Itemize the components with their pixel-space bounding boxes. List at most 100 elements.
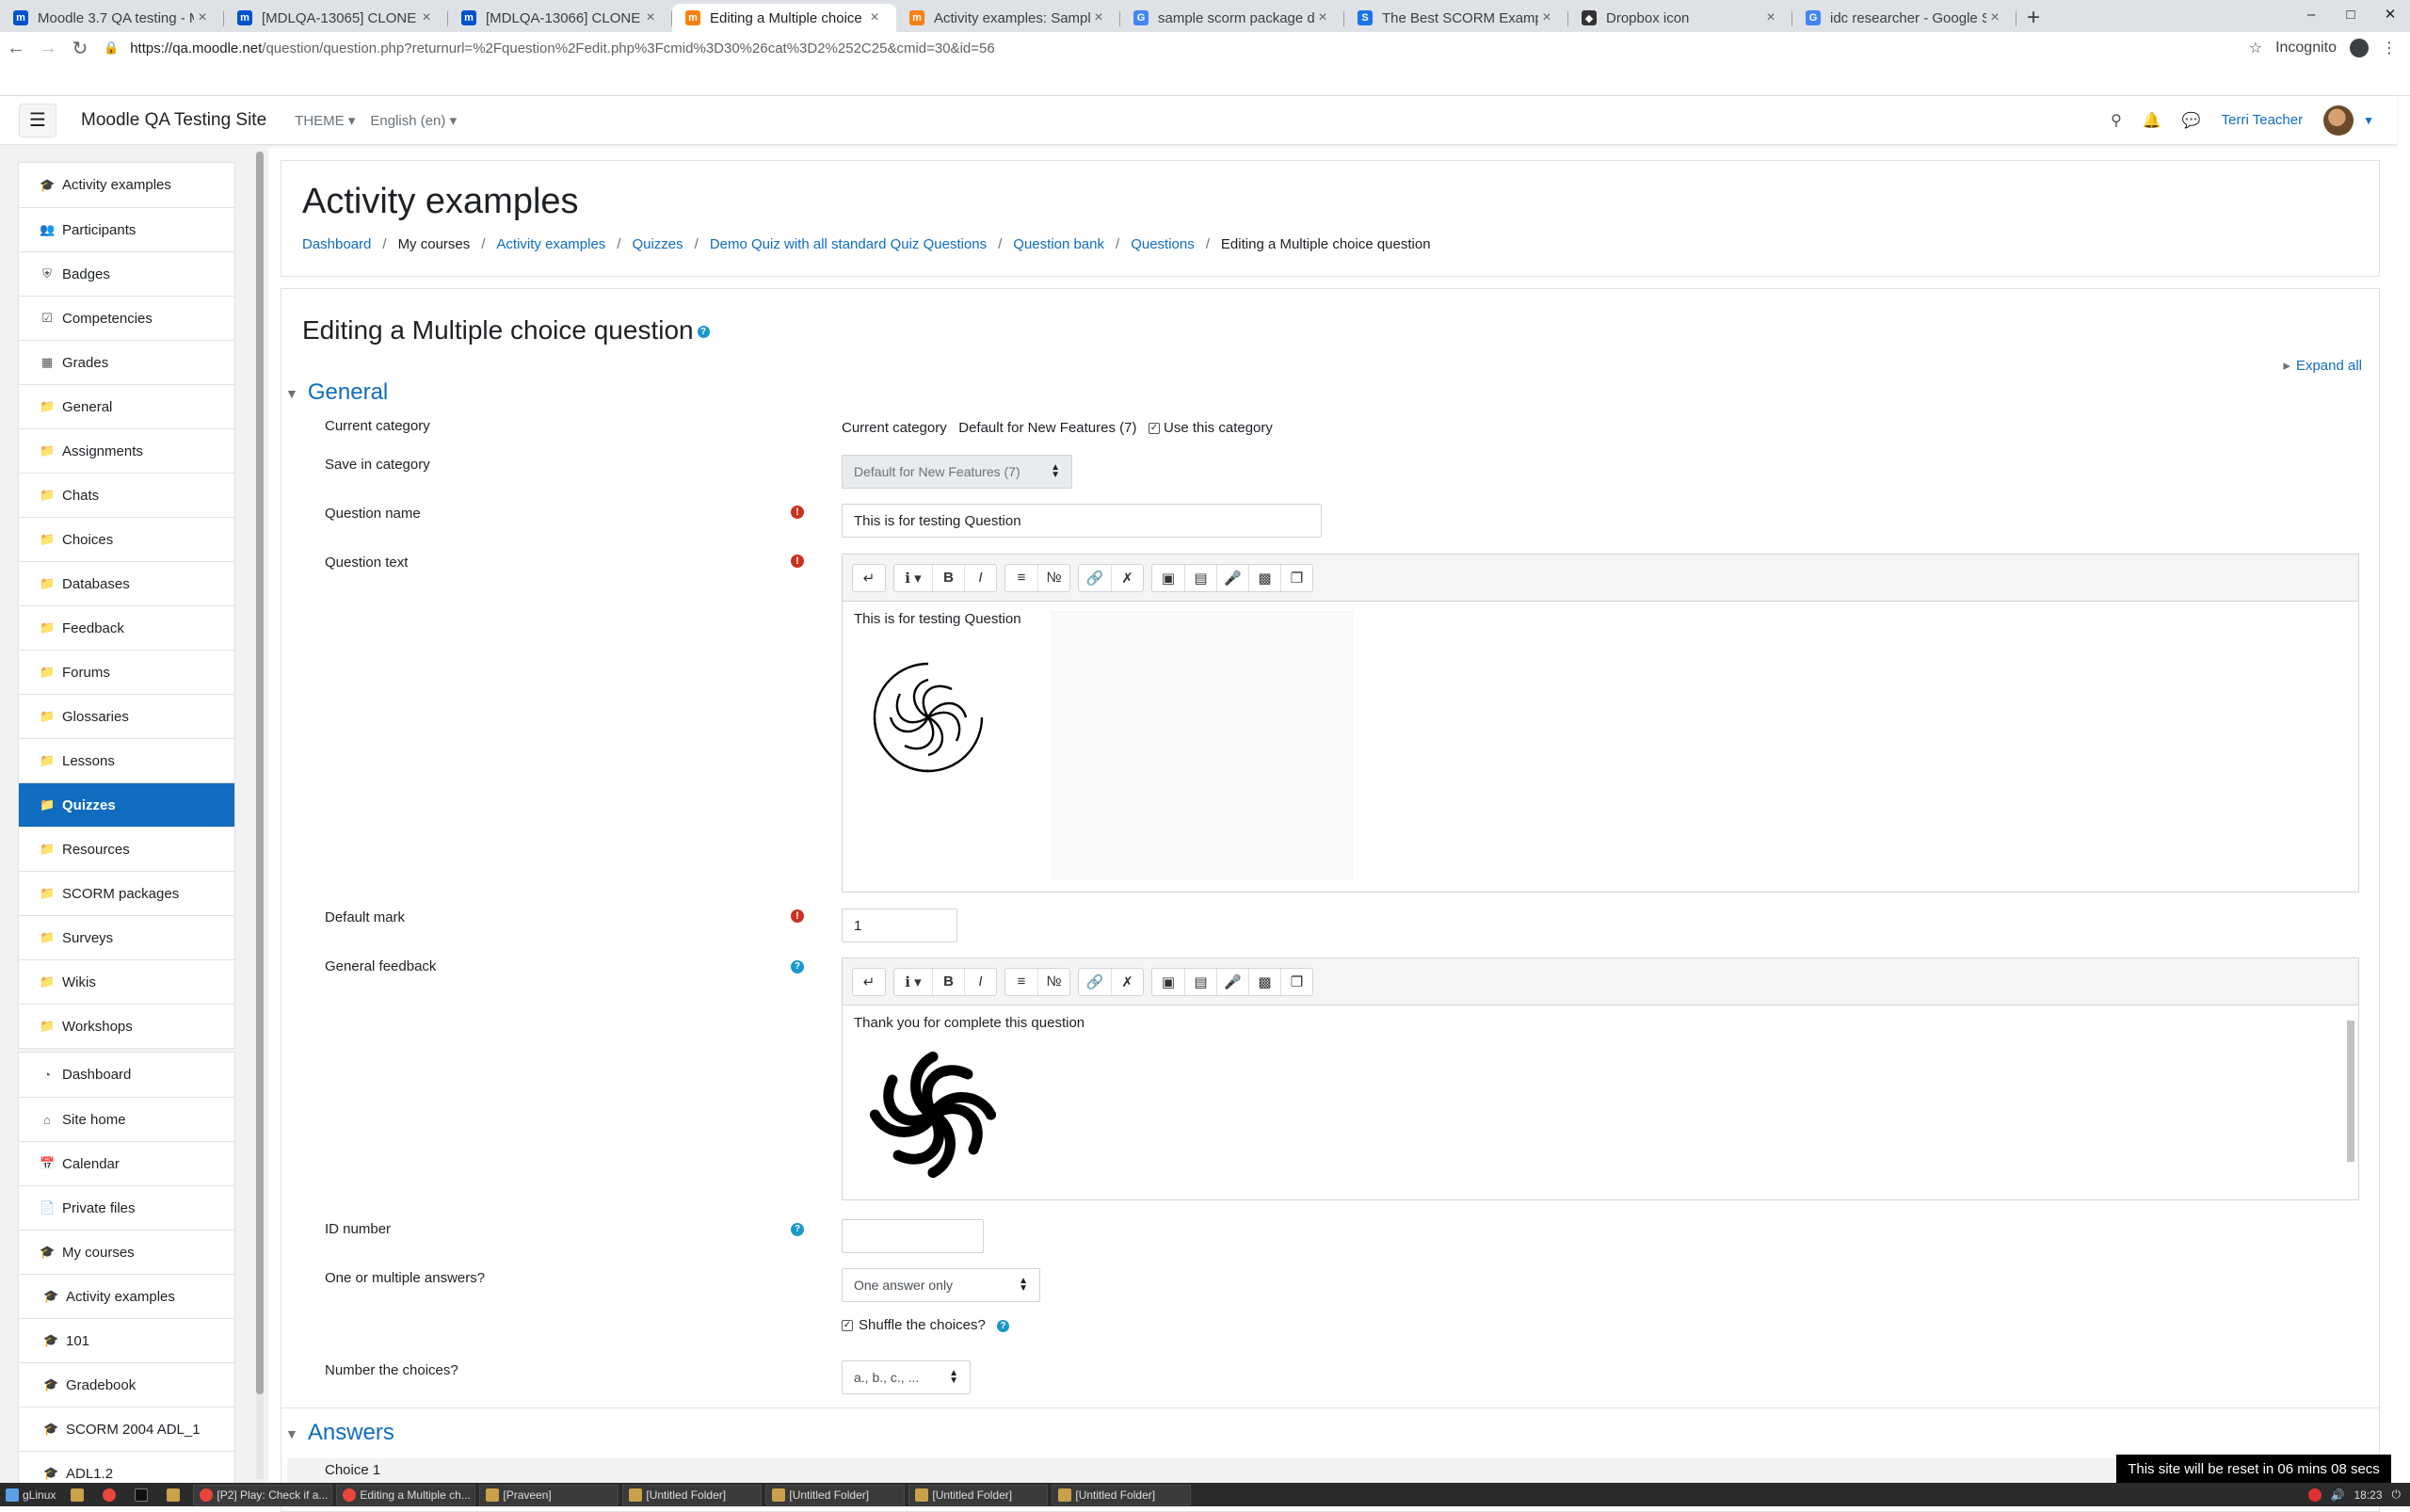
- save-in-category-select[interactable]: Default for New Features (7) ▲ ▼: [842, 455, 1072, 489]
- single-answer-select[interactable]: One answer only ▲ ▼: [842, 1268, 1040, 1302]
- sidebar-item-wikis[interactable]: 📁 Wikis: [19, 959, 234, 1004]
- sidebar-item-my-courses[interactable]: 🎓 My courses: [19, 1230, 234, 1274]
- default-mark-input[interactable]: 1: [842, 909, 957, 942]
- media-icon[interactable]: ▤: [1184, 564, 1216, 591]
- collapse-toolbar-icon[interactable]: ↵: [853, 969, 885, 995]
- use-this-category-checkbox[interactable]: ✓: [1149, 423, 1160, 435]
- drawer-scrollbar-thumb[interactable]: [256, 152, 264, 1394]
- media-icon[interactable]: ▤: [1184, 968, 1216, 995]
- help-icon[interactable]: ?: [697, 326, 710, 339]
- answers-section-header[interactable]: ▼ Answers: [285, 1420, 394, 1446]
- italic-icon[interactable]: I: [964, 968, 996, 995]
- taskbar-window[interactable]: [Untitled Folder]: [1052, 1484, 1192, 1505]
- sidebar-item-resources[interactable]: 📁 Resources: [19, 827, 234, 871]
- sidebar-item-feedback[interactable]: 📁 Feedback: [19, 605, 234, 650]
- breadcrumb-item[interactable]: Activity examples: [496, 236, 605, 252]
- sidebar-item-surveys[interactable]: 📁 Surveys: [19, 915, 234, 959]
- minimize-icon[interactable]: –: [2291, 7, 2331, 23]
- url-field[interactable]: 🔒 https://qa.moodle.net/question/questio…: [104, 40, 2249, 56]
- help-icon[interactable]: ?: [997, 1319, 1009, 1332]
- image-icon[interactable]: ▣: [1152, 969, 1184, 995]
- manage-files-icon[interactable]: ❐: [1280, 564, 1312, 591]
- sidebar-item-competencies[interactable]: ☑ Competencies: [19, 296, 234, 340]
- help-icon[interactable]: ?: [791, 960, 804, 973]
- user-menu-name[interactable]: Terri Teacher: [2222, 112, 2303, 128]
- sidebar-item-gradebook[interactable]: 🎓 Gradebook: [19, 1362, 234, 1407]
- browser-tab[interactable]: m Editing a Multiple choice qu ×: [672, 4, 896, 32]
- sidebar-item-activity-examples[interactable]: 🎓 Activity examples: [19, 163, 234, 207]
- sidebar-item-forums[interactable]: 📁 Forums: [19, 650, 234, 694]
- search-icon[interactable]: ⚲: [2111, 111, 2122, 130]
- record-video-icon[interactable]: ▩: [1248, 968, 1280, 995]
- forward-icon[interactable]: →: [32, 38, 64, 59]
- close-tab-icon[interactable]: ×: [194, 9, 211, 26]
- ordered-list-icon[interactable]: №: [1037, 564, 1069, 591]
- breadcrumb-item[interactable]: Demo Quiz with all standard Quiz Questio…: [710, 236, 987, 252]
- unlink-icon[interactable]: ✗: [1111, 564, 1143, 591]
- breadcrumb-item[interactable]: Dashboard: [302, 236, 371, 252]
- sidebar-item-101[interactable]: 🎓 101: [19, 1318, 234, 1362]
- theme-menu[interactable]: THEME ▾: [295, 112, 355, 129]
- messages-icon[interactable]: 💬: [2182, 111, 2201, 130]
- drawer-toggle-icon[interactable]: ☰: [19, 103, 56, 137]
- language-menu[interactable]: English (en) ▾: [370, 112, 457, 129]
- general-feedback-area[interactable]: Thank you for complete this question: [843, 1005, 2358, 1199]
- notifications-bell-icon[interactable]: 🔔: [2143, 111, 2161, 130]
- unordered-list-icon[interactable]: ≡: [1005, 969, 1037, 995]
- italic-icon[interactable]: I: [964, 564, 996, 591]
- new-tab-button[interactable]: +: [2016, 4, 2050, 32]
- sidebar-item-site-home[interactable]: ⌂ Site home: [19, 1097, 234, 1141]
- general-section-header[interactable]: ▼ General: [285, 379, 388, 406]
- clock[interactable]: 18:23: [2354, 1488, 2382, 1502]
- browser-tab[interactable]: m Activity examples: Sample Q×: [896, 4, 1120, 32]
- bookmark-star-icon[interactable]: ☆: [2249, 39, 2262, 57]
- start-menu-button[interactable]: gLinux: [0, 1485, 61, 1505]
- sidebar-item-databases[interactable]: 📁 Databases: [19, 561, 234, 605]
- user-menu-caret-icon[interactable]: ▼: [2363, 114, 2374, 127]
- sidebar-item-assignments[interactable]: 📁 Assignments: [19, 428, 234, 473]
- sidebar-item-quizzes[interactable]: 📁 Quizzes: [19, 782, 234, 827]
- expand-all-link[interactable]: Expand all: [2283, 357, 2362, 374]
- volume-icon[interactable]: 🔊: [2331, 1488, 2345, 1502]
- sidebar-item-glossaries[interactable]: 📁 Glossaries: [19, 694, 234, 738]
- numbering-select[interactable]: a., b., c., ... ▲ ▼: [842, 1360, 971, 1394]
- close-tab-icon[interactable]: ×: [1762, 9, 1779, 26]
- incognito-icon[interactable]: [2350, 39, 2369, 57]
- browser-tab[interactable]: Gsample scorm package dow×: [1120, 4, 1344, 32]
- taskbar-window[interactable]: Editing a Multiple ch...: [336, 1484, 476, 1505]
- sidebar-item-workshops[interactable]: 📁 Workshops: [19, 1004, 234, 1048]
- close-tab-icon[interactable]: ×: [866, 9, 883, 26]
- editor-scrollbar[interactable]: [2345, 1009, 2356, 1196]
- sidebar-item-dashboard[interactable]: ◔ Dashboard: [19, 1053, 234, 1097]
- shuffle-checkbox[interactable]: ✓: [842, 1320, 853, 1332]
- unordered-list-icon[interactable]: ≡: [1005, 565, 1037, 591]
- close-tab-icon[interactable]: ×: [418, 9, 435, 26]
- bold-icon[interactable]: B: [932, 968, 964, 995]
- taskbar-window[interactable]: [Untitled Folder]: [908, 1484, 1049, 1505]
- taskbar-window[interactable]: [Untitled Folder]: [765, 1484, 906, 1505]
- manage-files-icon[interactable]: ❐: [1280, 968, 1312, 995]
- link-icon[interactable]: 🔗: [1079, 969, 1111, 995]
- browser-tab[interactable]: S The Best SCORM Examples: S×: [1344, 4, 1568, 32]
- breadcrumb-item[interactable]: Question bank: [1013, 236, 1104, 252]
- info-style-icon[interactable]: ℹ ▾: [894, 969, 932, 995]
- browser-tab[interactable]: m Moodle 3.7 QA testing - Moodle×: [0, 4, 224, 32]
- unlink-icon[interactable]: ✗: [1111, 968, 1143, 995]
- sidebar-item-grades[interactable]: ▦ Grades: [19, 340, 234, 384]
- close-window-icon[interactable]: ✕: [2370, 6, 2410, 23]
- sidebar-item-lessons[interactable]: 📁 Lessons: [19, 738, 234, 782]
- sidebar-item-activity-examples[interactable]: 🎓 Activity examples: [19, 1274, 234, 1318]
- browser-tab[interactable]: Gidc researcher - Google Sear×: [1792, 4, 2016, 32]
- record-audio-icon[interactable]: 🎤: [1216, 968, 1248, 995]
- tray-status-icon[interactable]: [2307, 1488, 2322, 1502]
- breadcrumb-item[interactable]: Quizzes: [632, 236, 683, 252]
- ordered-list-icon[interactable]: №: [1037, 968, 1069, 995]
- back-icon[interactable]: ←: [0, 38, 32, 59]
- sidebar-item-private-files[interactable]: 📄 Private files: [19, 1185, 234, 1230]
- help-icon[interactable]: ?: [791, 1223, 804, 1236]
- id-number-input[interactable]: [842, 1219, 984, 1253]
- close-tab-icon[interactable]: ×: [1538, 9, 1555, 26]
- taskbar-window[interactable]: [Untitled Folder]: [622, 1484, 763, 1505]
- editor-scrollbar-thumb[interactable]: [2347, 1021, 2354, 1162]
- sidebar-item-general[interactable]: 📁 General: [19, 384, 234, 428]
